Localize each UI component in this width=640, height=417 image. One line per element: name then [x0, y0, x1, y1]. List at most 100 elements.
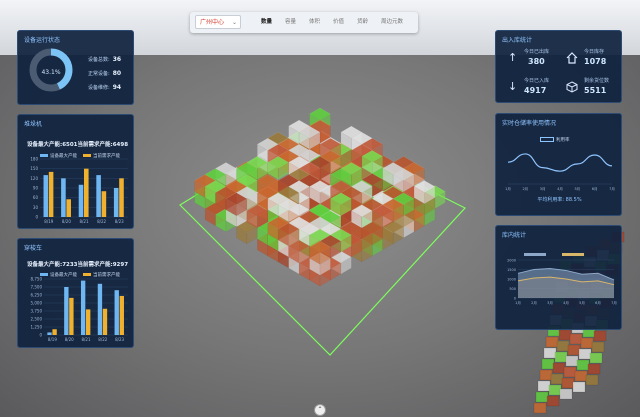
free-slots: 剩余货位数 5511 [560, 74, 620, 100]
y-tick-label: 0 [35, 215, 38, 220]
stock-panel: 库内统计 0 500 1000 1500 2000 1月 2月 3月 4月 5月 6月 7月 [495, 225, 622, 330]
bar [47, 332, 52, 335]
tab-age[interactable]: 货龄 [357, 17, 368, 25]
rack-cell [541, 358, 555, 370]
y-tick-label: 1,250 [31, 325, 43, 330]
outbound-label: 今日已出库 [524, 49, 550, 55]
y-tick-label: 6,250 [31, 293, 43, 298]
tab-volume[interactable]: 体积 [309, 17, 320, 25]
x-tick-label: 5月 [579, 300, 585, 305]
bar [48, 171, 54, 217]
bar [96, 175, 101, 217]
y-tick-label: 0 [514, 297, 516, 301]
repair-devices-label: 设备维修: [88, 85, 110, 91]
bar [119, 178, 124, 217]
y-tick-label: 90 [33, 186, 39, 191]
repair-devices: 设备维修: 94 [88, 84, 121, 91]
arrow-down-icon: ↓ [508, 80, 518, 93]
shuttle-bar-chart: 0 1,250 2,500 3,750 5,000 6,250 7,500 8,750 8/19… [31, 277, 128, 342]
bar [64, 287, 69, 335]
inventory-today: 今日库存 1078 [560, 45, 620, 71]
rack-cell [569, 333, 583, 345]
y-tick-label: 2,500 [31, 317, 43, 322]
usage-line [507, 153, 613, 172]
tab-capacity[interactable]: 容量 [285, 17, 296, 25]
free-slots-label: 剩余货位数 [584, 78, 610, 84]
normal-devices: 正常设备: 80 [88, 70, 121, 77]
tab-quantity[interactable]: 数量 [261, 17, 272, 25]
y-tick-label: 8,750 [31, 277, 43, 282]
total-devices-value: 36 [112, 56, 122, 63]
y-tick-label: 7,500 [31, 285, 43, 290]
home-icon [566, 52, 578, 64]
x-tick-label: 8/20 [65, 337, 74, 342]
x-tick-label: 2月 [522, 186, 528, 191]
rack-cell [543, 347, 557, 359]
usage-caption: 平均利用率: 88.5% [537, 197, 582, 203]
location-value: 广州中心 [200, 19, 225, 26]
x-tick-label: 6月 [592, 186, 598, 191]
tab-value[interactable]: 价值 [333, 17, 344, 25]
rack-cell [545, 336, 559, 348]
inbound-value: 4917 [524, 86, 547, 95]
panel-title: 出入库统计 [502, 37, 533, 44]
bar [84, 168, 89, 217]
stacker-bar-chart: 0 30 60 90 120 150 180 8/19 8/20 8/21 8/22 8/23 [30, 157, 128, 224]
rack-cell [537, 380, 551, 392]
rack-cell [548, 384, 562, 396]
stacker-panel: 堆垛机 设备最大产能:6501当前需求产能:6498 设备最大产能 当前需求产能… [17, 114, 134, 229]
x-tick-label: 8/19 [48, 337, 57, 342]
rack-cell [585, 374, 599, 386]
x-tick-label: 3月 [547, 300, 553, 305]
y-tick-label: 1000 [507, 278, 516, 282]
rack-cell [567, 344, 581, 356]
x-tick-label: 6月 [595, 300, 601, 305]
x-tick-label: 8/19 [44, 219, 53, 224]
bar [97, 283, 103, 335]
rack-cell [563, 366, 577, 378]
x-tick-label: 8/22 [98, 337, 107, 342]
x-tick-label: 1月 [505, 186, 511, 191]
rack-cell [593, 330, 607, 342]
location-select[interactable]: 广州中心 ⌄ [195, 15, 241, 29]
y-tick-label: 5,000 [31, 301, 43, 306]
x-tick-label: 4月 [563, 300, 569, 305]
rack-cell [572, 381, 586, 393]
box-icon [566, 81, 578, 93]
y-tick-label: 500 [509, 287, 516, 291]
bar [69, 297, 74, 335]
inventory-value: 1078 [584, 57, 607, 66]
y-tick-label: 180 [30, 157, 38, 162]
chevron-up-icon[interactable]: ⌃ [314, 404, 326, 416]
y-tick-label: 1500 [507, 268, 516, 272]
shuttle-panel: 穿梭车 设备最大产能:7233当前需求产能:9297 设备最大产能 当前需求产能… [17, 238, 134, 348]
x-tick-label: 8/20 [62, 219, 71, 224]
stock-area-chart: 0 500 1000 1500 2000 1月 2月 3月 4月 5月 6月 7月 [507, 259, 617, 306]
rack-cell [554, 351, 568, 363]
bar [43, 175, 49, 217]
rack-cell [565, 355, 579, 367]
bar [80, 280, 86, 335]
rack-cell [550, 373, 564, 385]
panel-title: 设备运行状态 [24, 37, 61, 44]
inbound-today: ↓ 今日已入库 4917 [500, 74, 560, 100]
x-tick-label: 3月 [540, 186, 546, 191]
chevron-down-icon: ⌄ [231, 19, 237, 26]
status-percent: 43.1% [41, 69, 61, 76]
y-tick-label: 3,750 [31, 309, 43, 314]
tab-peripheral[interactable]: 周边元数 [381, 17, 403, 25]
y-tick-label: 0 [39, 333, 42, 338]
device-status-panel: 设备运行状态 43.1% 设备总数: 36 正常设备: 80 设备维修: 94 [17, 30, 134, 105]
rack-cell [578, 348, 592, 360]
y-tick-label: 2000 [507, 259, 516, 263]
x-tick-label: 7月 [611, 300, 617, 305]
inbound-label: 今日已入库 [524, 78, 550, 84]
usage-panel: 实时仓储率使用情况 利用率 1月 2月 3月 4月 5月 6月 7月 平均利用率: 88.5… [495, 113, 622, 216]
bar [114, 290, 119, 335]
x-tick-label: 2月 [531, 300, 537, 305]
bar [61, 178, 66, 217]
top-toolbar: 广州中心 ⌄ 数量 容量 体积 价值 货龄 周边元数 [190, 12, 418, 33]
bar [86, 309, 91, 335]
rack-cell [576, 359, 590, 371]
x-tick-label: 1月 [515, 300, 521, 305]
